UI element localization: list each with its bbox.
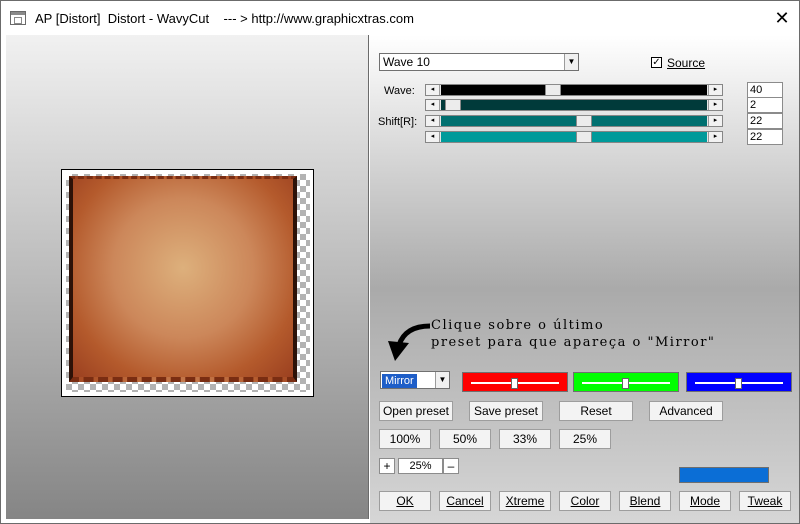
close-icon[interactable]: ✕ [769, 6, 795, 30]
blue-slider-thumb[interactable] [735, 378, 742, 389]
slider-thumb[interactable] [576, 115, 592, 127]
color-swatch[interactable] [679, 467, 769, 483]
right-arrow-icon[interactable]: ▸ [708, 116, 722, 126]
annotation-line-2: preset para que apareça o "Mirror" [431, 335, 716, 350]
ok-button[interactable]: OK [379, 491, 431, 511]
shift-slider-1[interactable]: ◂ ▸ [425, 115, 723, 127]
zoom-50-button[interactable]: 50% [439, 429, 491, 449]
distort-dialog: AP [Distort] Distort - WavyCut --- > htt… [0, 0, 800, 524]
reset-button[interactable]: Reset [559, 401, 633, 421]
mode-button[interactable]: Mode [679, 491, 731, 511]
image-preview [69, 176, 297, 382]
xtreme-button[interactable]: Xtreme [499, 491, 551, 511]
right-arrow-icon[interactable]: ▸ [708, 85, 722, 95]
preview-frame [61, 169, 314, 397]
annotation-line-1: Clique sobre o último [431, 318, 605, 333]
zoom-out-button[interactable]: – [443, 458, 459, 474]
controls-pane: Wave 10 ▼ ✓ Source Wave: ◂ ▸ 40 ◂ ▸ 2 Sh… [370, 35, 799, 523]
mode-dropdown[interactable]: Mirror ▼ [380, 371, 450, 389]
red-slider-thumb[interactable] [511, 378, 518, 389]
save-preset-button[interactable]: Save preset [469, 401, 543, 421]
mode-value: Mirror [382, 374, 417, 388]
preset-value: Wave 10 [383, 55, 430, 69]
source-label: Source [667, 56, 706, 70]
preset-dropdown[interactable]: Wave 10 ▼ [379, 53, 579, 71]
cancel-button[interactable]: Cancel [439, 491, 491, 511]
dropdown-arrow-icon[interactable]: ▼ [435, 372, 449, 388]
left-arrow-icon[interactable]: ◂ [426, 85, 440, 95]
blue-slider[interactable] [686, 372, 792, 392]
right-arrow-icon[interactable]: ▸ [708, 100, 722, 110]
zoom-in-button[interactable]: + [379, 458, 395, 474]
dropdown-arrow-icon[interactable]: ▼ [564, 54, 578, 70]
right-arrow-icon[interactable]: ▸ [708, 132, 722, 142]
zoom-value[interactable]: 25% [398, 458, 443, 474]
annotation-text: Clique sobre o último preset para que apa… [431, 317, 715, 351]
red-slider[interactable] [462, 372, 568, 392]
slider-thumb[interactable] [576, 131, 592, 143]
wave-label: Wave: [384, 85, 415, 97]
shift-label: Shift[R]: [378, 116, 418, 128]
open-preset-button[interactable]: Open preset [379, 401, 453, 421]
window-title: AP [Distort] Distort - WavyCut --- > htt… [35, 11, 414, 26]
title-bar: AP [Distort] Distort - WavyCut --- > htt… [1, 1, 799, 35]
shift-slider-2[interactable]: ◂ ▸ [425, 131, 723, 143]
source-checkbox[interactable]: ✓ [651, 57, 662, 68]
wave-value-1[interactable]: 40 [747, 82, 783, 98]
zoom-25-button[interactable]: 25% [559, 429, 611, 449]
green-slider[interactable] [573, 372, 679, 392]
wave-value-2[interactable]: 2 [747, 97, 783, 113]
zoom-100-button[interactable]: 100% [379, 429, 431, 449]
zoom-33-button[interactable]: 33% [499, 429, 551, 449]
left-arrow-icon[interactable]: ◂ [426, 100, 440, 110]
curved-arrow-icon [388, 323, 431, 361]
slider-thumb[interactable] [545, 84, 561, 96]
shift-value-1[interactable]: 22 [747, 113, 783, 129]
left-arrow-icon[interactable]: ◂ [426, 132, 440, 142]
wave-slider-1[interactable]: ◂ ▸ [425, 84, 723, 96]
green-slider-thumb[interactable] [622, 378, 629, 389]
slider-thumb[interactable] [445, 99, 461, 111]
blend-button[interactable]: Blend [619, 491, 671, 511]
preview-pane [6, 35, 369, 519]
color-button[interactable]: Color [559, 491, 611, 511]
shift-value-2[interactable]: 22 [747, 129, 783, 145]
window-icon [10, 11, 26, 25]
advanced-button[interactable]: Advanced [649, 401, 723, 421]
tweak-button[interactable]: Tweak [739, 491, 791, 511]
left-arrow-icon[interactable]: ◂ [426, 116, 440, 126]
wave-slider-2[interactable]: ◂ ▸ [425, 99, 723, 111]
